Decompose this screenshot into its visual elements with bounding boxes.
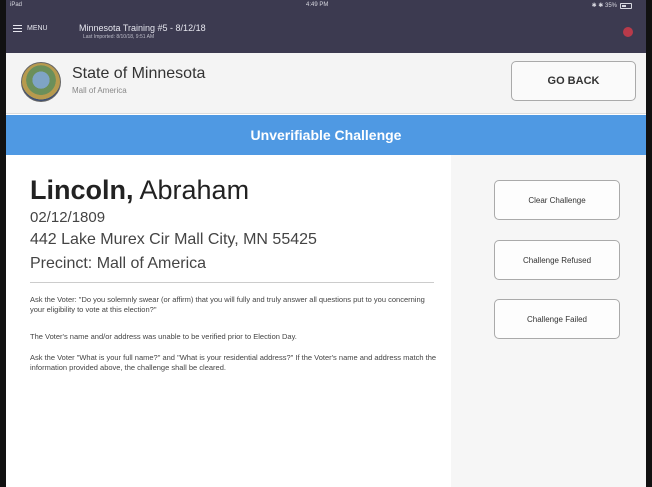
training-title: Minnesota Training #5 - 8/12/18 xyxy=(79,23,206,33)
menu-button[interactable]: MENU xyxy=(13,25,48,32)
instruction-unverified: The Voter's name and/or address was unab… xyxy=(30,332,297,341)
voter-dob: 02/12/1809 xyxy=(30,209,106,226)
menu-label: MENU xyxy=(27,25,48,32)
instruction-ask: Ask the Voter "What is your full name?" … xyxy=(30,353,437,373)
alert-icon[interactable] xyxy=(623,27,633,37)
voter-name: Lincoln, Abraham xyxy=(30,175,249,206)
top-bar: iPad 4:49 PM ✱ ✱ 35% MENU Minnesota Trai… xyxy=(6,0,646,53)
voter-precinct: Precinct: Mall of America xyxy=(30,255,207,272)
content: Lincoln, Abraham 02/12/1809 442 Lake Mur… xyxy=(6,155,646,487)
challenge-banner: Unverifiable Challenge xyxy=(6,115,646,155)
battery-icon xyxy=(620,2,632,9)
voter-address: 442 Lake Murex Cir Mall City, MN 55425 xyxy=(30,231,317,248)
status-battery: ✱ ✱ 35% xyxy=(592,2,632,9)
state-seal xyxy=(21,62,61,102)
state-name: State of Minnesota xyxy=(72,65,206,82)
app-frame: iPad 4:49 PM ✱ ✱ 35% MENU Minnesota Trai… xyxy=(0,0,652,487)
location-name: Mall of America xyxy=(72,86,127,95)
clear-challenge-button[interactable]: Clear Challenge xyxy=(494,180,620,220)
last-imported: Last Imported: 8/10/18, 9:51 AM xyxy=(83,34,155,40)
voter-details: Lincoln, Abraham 02/12/1809 442 Lake Mur… xyxy=(6,155,451,487)
voter-first-name: Abraham xyxy=(133,175,250,205)
header: State of Minnesota Mall of America GO BA… xyxy=(6,53,646,114)
voter-last-name: Lincoln, xyxy=(30,175,134,205)
action-panel: Clear Challenge Challenge Refused Challe… xyxy=(451,155,646,487)
battery-text: ✱ ✱ 35% xyxy=(591,3,617,9)
hamburger-icon xyxy=(13,25,22,32)
challenge-refused-button[interactable]: Challenge Refused xyxy=(494,240,620,280)
go-back-button[interactable]: GO BACK xyxy=(511,61,636,101)
challenge-failed-button[interactable]: Challenge Failed xyxy=(494,299,620,339)
instruction-oath: Ask the Voter: "Do you solemnly swear (o… xyxy=(30,295,425,315)
divider xyxy=(30,282,434,283)
status-carrier: iPad xyxy=(10,2,23,8)
status-time: 4:49 PM xyxy=(306,2,329,8)
